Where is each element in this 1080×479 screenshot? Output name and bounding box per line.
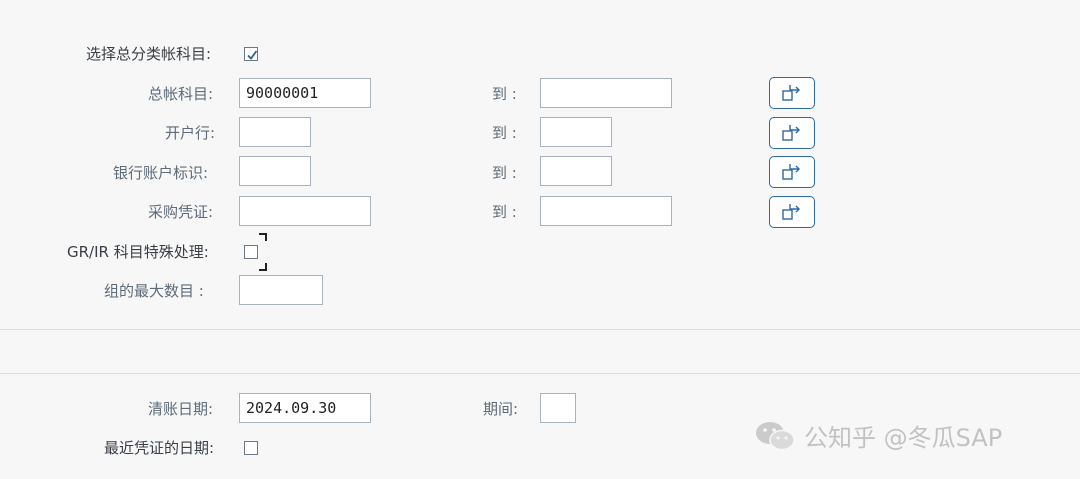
watermark-text: 公知乎 @冬瓜SAP [804,424,1003,452]
purchasing-document-multiple-selection-button[interactable] [769,196,815,228]
watermark: 公知乎 @冬瓜SAP [754,418,1002,453]
last-document-date-checkbox[interactable] [244,441,258,455]
clearing-date-label: 清账日期: [148,400,214,418]
max-groups-input[interactable] [239,275,323,305]
purchasing-document-to-label: 到 : [492,203,517,221]
multiple-selection-icon [782,85,800,101]
checkmark-icon [247,50,258,60]
grir-special-handling-checkbox[interactable] [244,245,258,259]
section-separator-bottom [0,373,1080,374]
bank-account-id-to-input[interactable] [540,156,612,186]
house-bank-to-label: 到 : [492,124,517,142]
bank-account-id-to-label: 到 : [492,164,517,182]
house-bank-to-input[interactable] [540,117,612,147]
max-groups-label: 组的最大数目 : [104,282,204,300]
bank-account-id-label: 银行账户标识: [113,164,209,182]
gl-account-to-label: 到 : [492,85,517,103]
grir-special-handling-label: GR/IR 科目特殊处理: [67,243,209,261]
period-input[interactable] [540,393,576,423]
last-document-date-label: 最近凭证的日期: [104,439,215,457]
house-bank-from-input[interactable] [239,117,311,147]
bank-account-id-multiple-selection-button[interactable] [769,156,815,188]
gl-account-from-input[interactable]: 90000001 [239,78,371,108]
multiple-selection-icon [782,125,800,141]
house-bank-multiple-selection-button[interactable] [769,117,815,149]
gl-account-multiple-selection-button[interactable] [769,77,815,109]
gl-account-label: 总帐科目: [148,85,214,103]
multiple-selection-icon [782,204,800,220]
gl-account-to-input[interactable] [540,78,672,108]
bank-account-id-from-input[interactable] [239,156,311,186]
wechat-icon [756,421,795,450]
purchasing-document-to-input[interactable] [540,196,672,226]
focus-corner-top-right [259,233,267,241]
select-gl-accounts-checkbox[interactable] [244,47,258,61]
purchasing-document-label: 采购凭证: [148,203,214,221]
house-bank-label: 开户行: [165,124,216,142]
focus-corner-bottom-right [259,263,267,271]
period-label: 期间: [483,400,519,418]
purchasing-document-from-input[interactable] [239,196,371,226]
section-separator-top [0,329,1080,330]
select-gl-accounts-label: 选择总分类帐科目: [86,45,212,63]
multiple-selection-icon [782,164,800,180]
clearing-date-input[interactable]: 2024.09.30 [239,393,371,423]
